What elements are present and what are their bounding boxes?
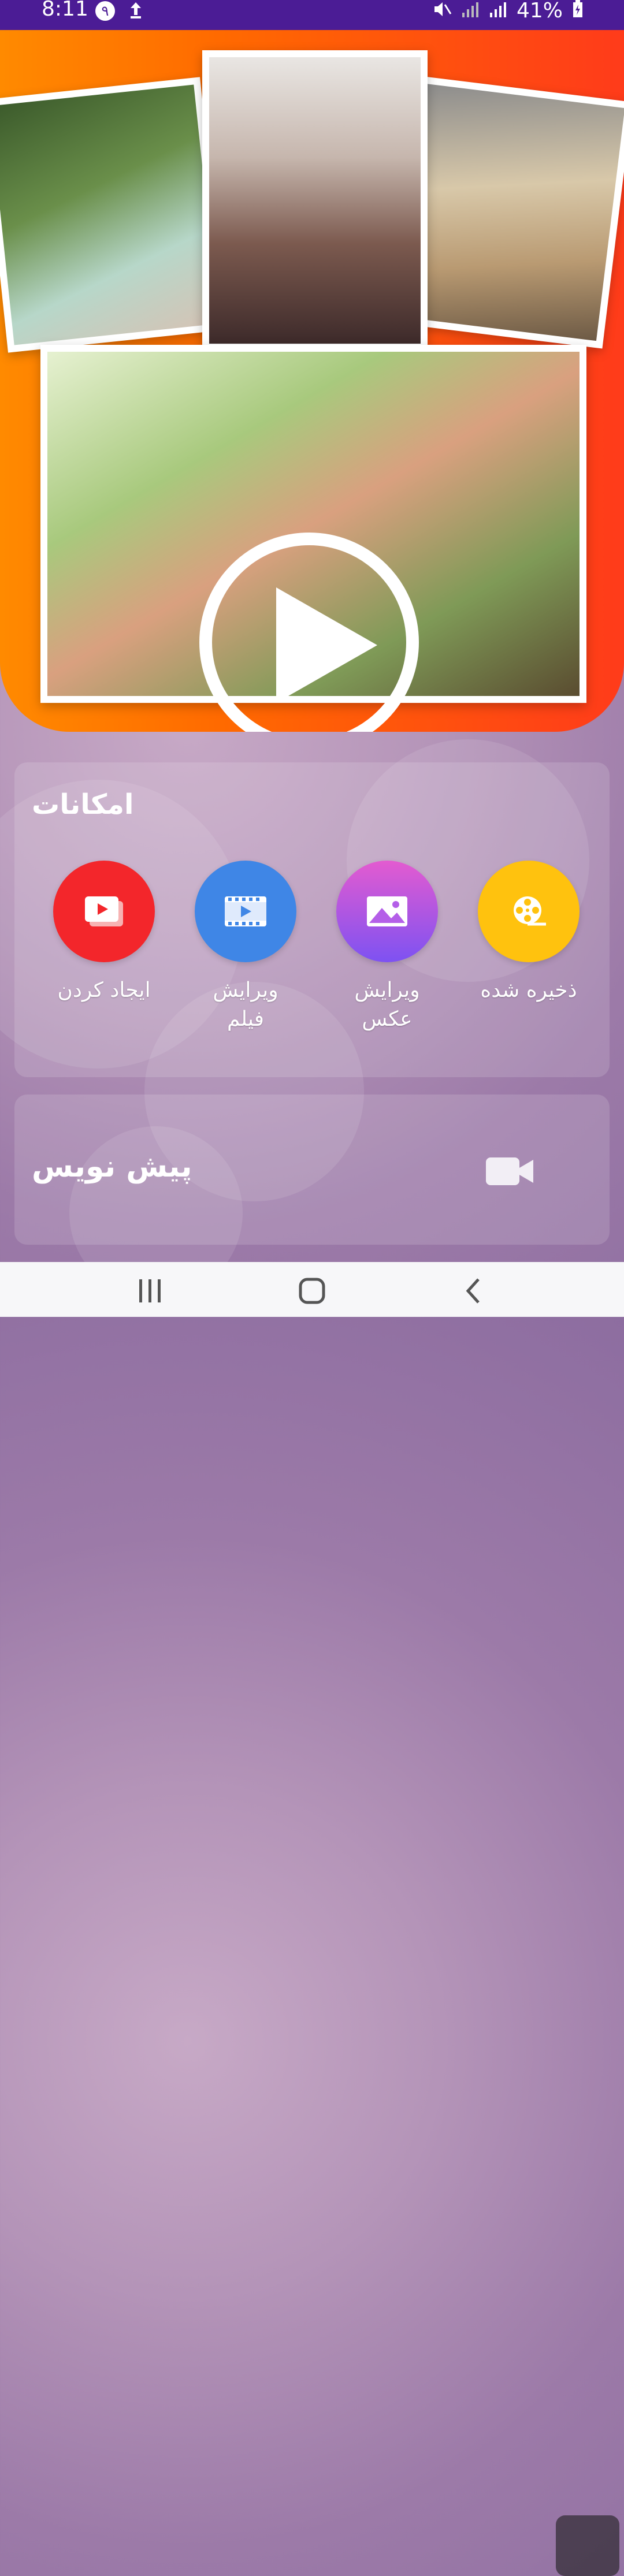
signal-icon	[489, 0, 507, 21]
draft-title: پیش نویس	[32, 1149, 192, 1184]
home-icon[interactable]	[289, 1274, 335, 1308]
create-label: ایجاد کردن	[57, 978, 151, 1002]
mute-icon	[432, 0, 452, 21]
status-time: 8:11	[42, 0, 88, 21]
cloud-upload-icon	[127, 0, 144, 25]
navigation-bar	[0, 1262, 624, 2576]
video-camera-icon	[485, 1155, 534, 1190]
edit-photo-label: ویرایش عکس	[354, 978, 420, 1031]
saved-label: ذخیره شده	[480, 978, 577, 1002]
saved-button[interactable]: ذخیره شده	[465, 861, 592, 1005]
film-reel-icon	[478, 861, 580, 962]
play-triangle	[276, 587, 377, 703]
edit-film-label: ویرایش فیلم	[213, 978, 278, 1031]
notification-badge-icon: ٩	[95, 1, 115, 21]
draft-card[interactable]: پیش نویس	[14, 1095, 610, 1245]
status-right-group: 41%	[432, 0, 584, 21]
battery-percent: 41%	[516, 0, 563, 23]
image-edit-icon	[336, 861, 438, 962]
hero-banner	[0, 30, 624, 732]
battery-charging-icon	[572, 0, 584, 21]
film-edit-icon	[195, 861, 296, 962]
create-button[interactable]: ایجاد کردن	[40, 861, 168, 1005]
features-card: امکانات ایجاد کردن ویرایش فیلم ویرایش عک…	[14, 762, 610, 1077]
watermark-logo	[556, 2515, 619, 2576]
youtube-create-icon	[53, 861, 155, 962]
features-title: امکانات	[32, 788, 134, 821]
recents-icon[interactable]	[127, 1274, 173, 1308]
status-bar: 8:11 ٩ 41%	[0, 0, 624, 30]
back-icon[interactable]	[451, 1274, 497, 1308]
edit-photo-button[interactable]: ویرایش عکس	[324, 861, 451, 1034]
edit-film-button[interactable]: ویرایش فیلم	[182, 861, 309, 1034]
collage-photo	[202, 50, 428, 351]
signal-icon	[461, 0, 480, 21]
collage-photo	[0, 77, 226, 353]
